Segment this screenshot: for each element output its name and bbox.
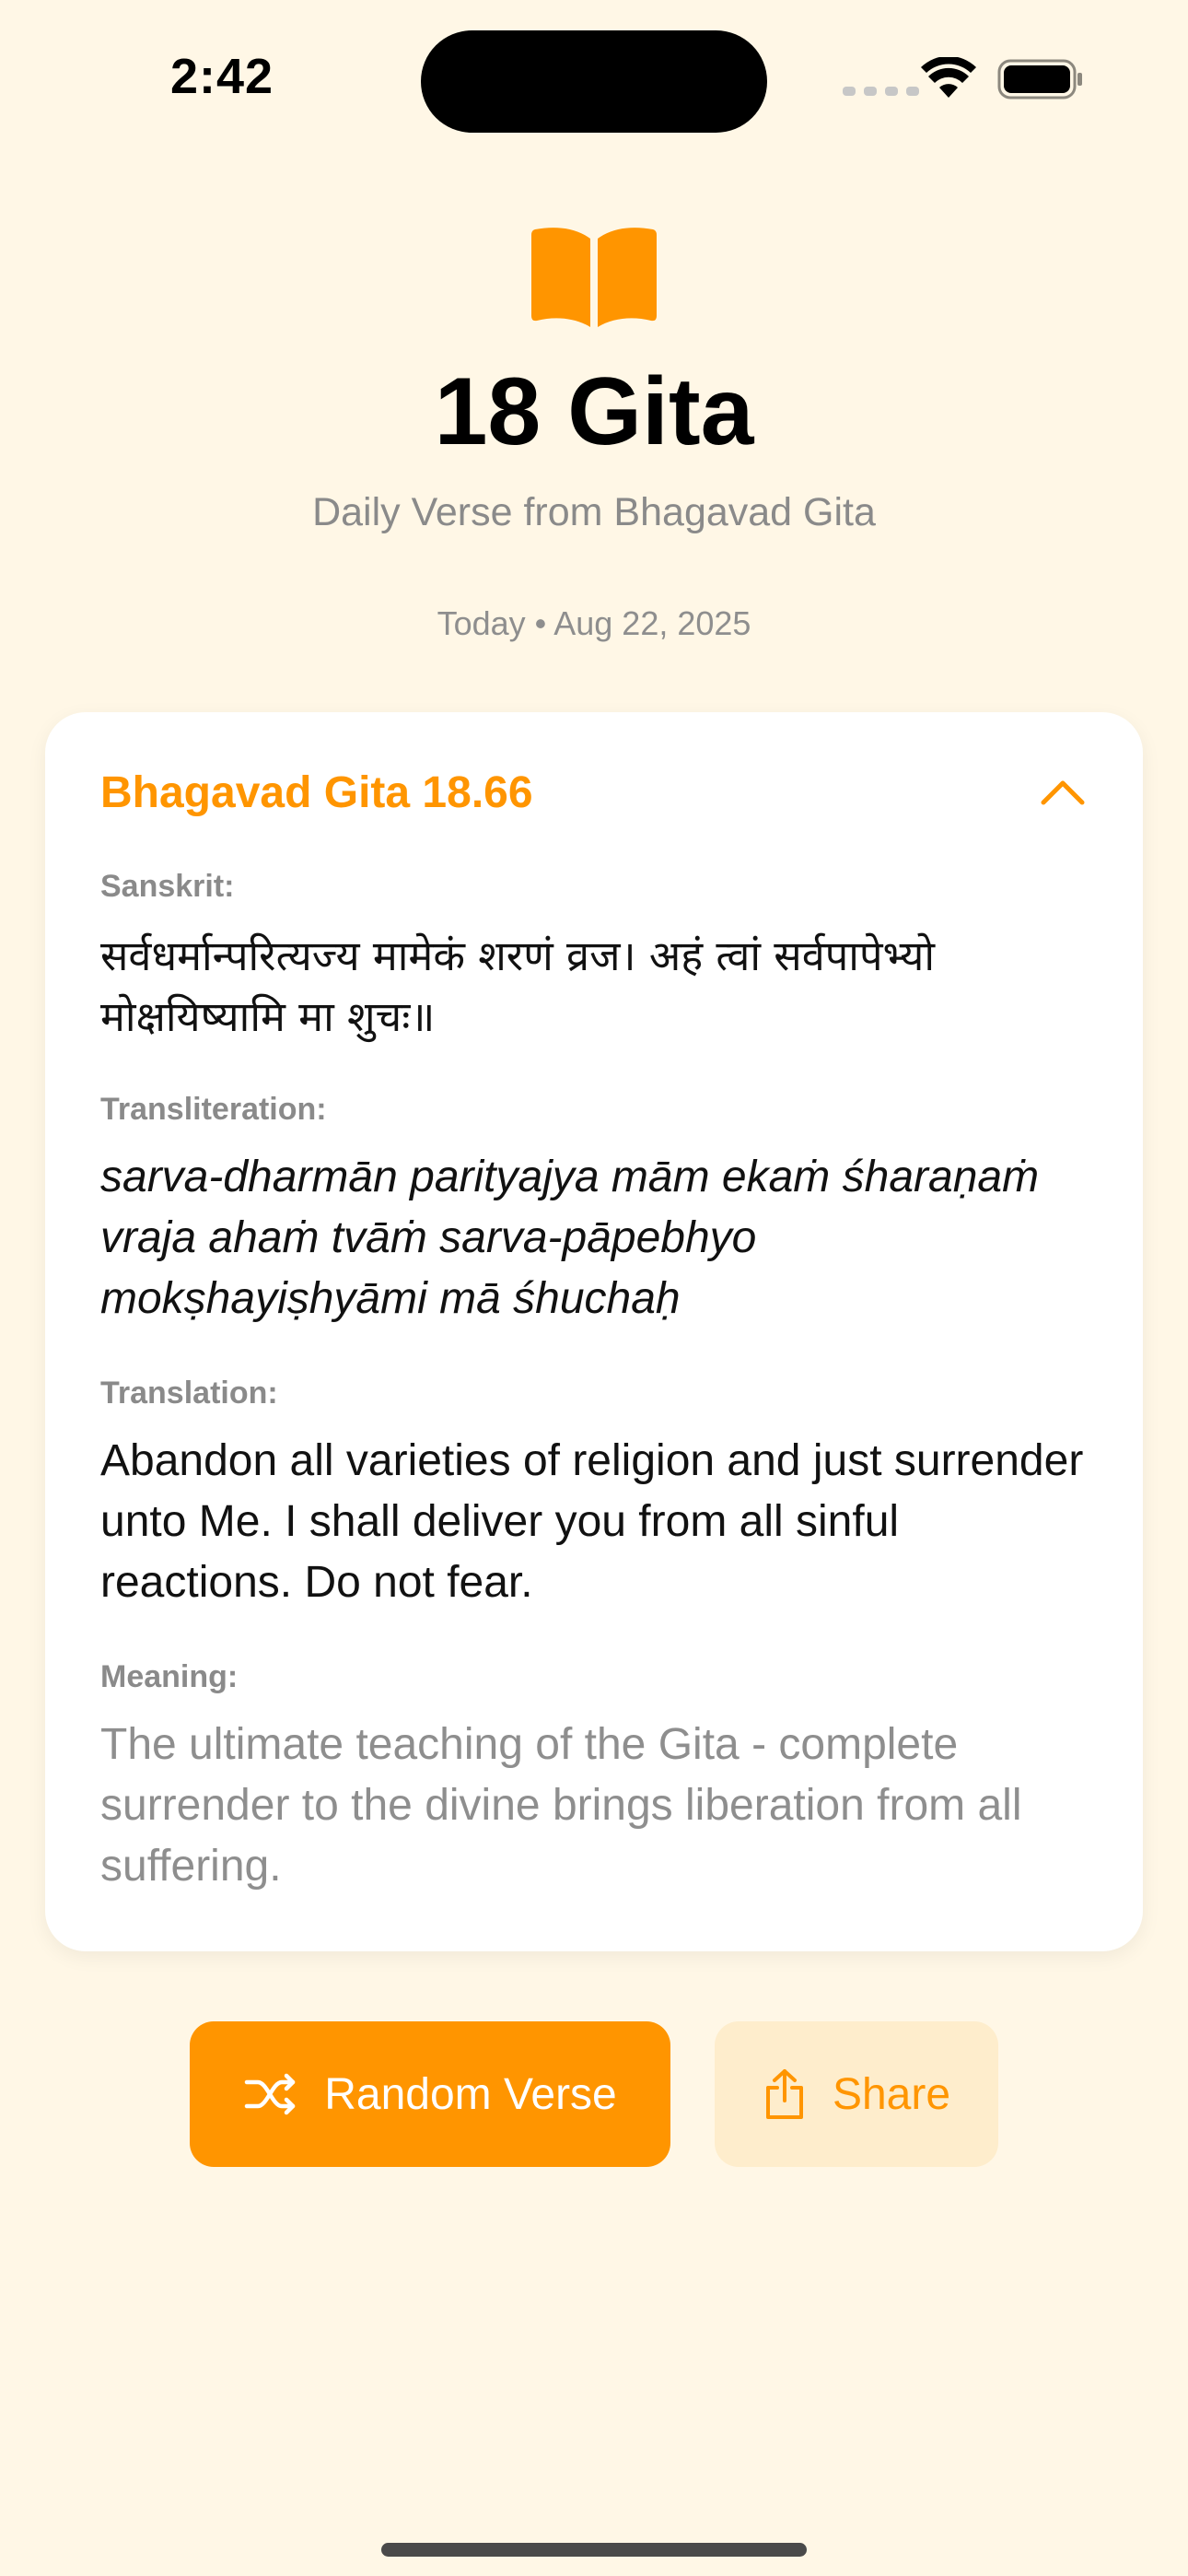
random-verse-button[interactable]: Random Verse bbox=[190, 2021, 670, 2167]
book-open-icon bbox=[531, 228, 657, 327]
dynamic-island bbox=[421, 30, 767, 133]
chevron-up-icon[interactable] bbox=[1040, 779, 1086, 806]
sanskrit-label: Sanskrit: bbox=[100, 869, 235, 904]
date-line: Today • Aug 22, 2025 bbox=[437, 604, 751, 642]
random-verse-label: Random Verse bbox=[324, 2069, 617, 2119]
translation-label: Translation: bbox=[100, 1376, 278, 1411]
status-time: 2:42 bbox=[170, 49, 274, 104]
app-title: 18 Gita bbox=[434, 358, 754, 465]
transliteration-label: Transliteration: bbox=[100, 1092, 327, 1127]
home-indicator[interactable] bbox=[381, 2543, 807, 2557]
meaning-text: The ultimate teaching of the Gita - comp… bbox=[100, 1720, 1022, 1891]
wifi-icon bbox=[921, 57, 976, 98]
cellular-signal-icon bbox=[843, 87, 919, 96]
share-icon bbox=[765, 2069, 803, 2119]
translation-text: Abandon all varieties of religion and ju… bbox=[100, 1436, 1084, 1607]
shuffle-icon bbox=[244, 2073, 296, 2115]
battery-icon bbox=[997, 59, 1082, 100]
screen: 2:42 18 Gita Daily Verse from Bhagavad G… bbox=[0, 0, 1188, 2576]
verse-reference: Bhagavad Gita 18.66 bbox=[100, 768, 533, 817]
sanskrit-text: सर्वधर्मान्परित्यज्य मामेकं शरणं व्रज। अ… bbox=[100, 931, 935, 1041]
meaning-label: Meaning: bbox=[100, 1659, 239, 1694]
share-label: Share bbox=[832, 2069, 951, 2119]
share-button[interactable]: Share bbox=[715, 2021, 998, 2167]
verse-card: Bhagavad Gita 18.66 Sanskrit: सर्वधर्मान… bbox=[45, 712, 1143, 1951]
transliteration-text: sarva-dharmān parityajya mām ekaṁ śharaṇ… bbox=[100, 1153, 1040, 1323]
app-subtitle: Daily Verse from Bhagavad Gita bbox=[312, 490, 876, 534]
